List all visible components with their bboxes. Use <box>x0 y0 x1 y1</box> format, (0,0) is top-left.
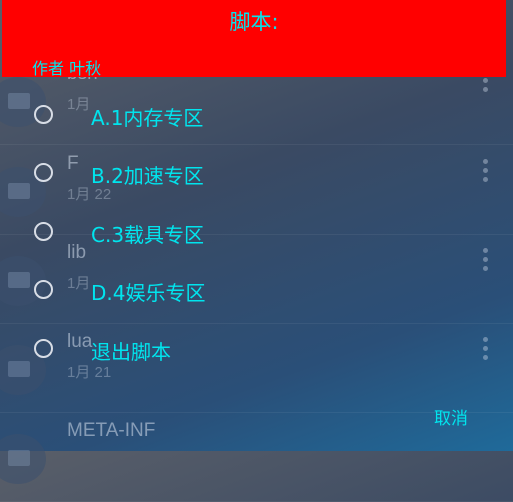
radio-icon[interactable] <box>34 105 53 124</box>
script-dialog: 脚本: 作者 叶秋 A.1内存专区 B.2加速专区 C.3载具专区 D.4娱乐专… <box>0 0 513 451</box>
radio-icon[interactable] <box>34 280 53 299</box>
option-exit-script[interactable]: 退出脚本 <box>0 322 513 378</box>
dialog-header: 脚本: 作者 叶秋 <box>2 0 506 78</box>
option-label: B.2加速专区 <box>91 164 204 188</box>
option-label: C.3载具专区 <box>91 223 205 247</box>
option-vehicle[interactable]: C.3载具专区 <box>0 205 513 261</box>
option-speed[interactable]: B.2加速专区 <box>0 146 513 202</box>
radio-icon[interactable] <box>34 339 53 358</box>
radio-icon[interactable] <box>34 163 53 182</box>
option-label: A.1内存专区 <box>91 106 204 130</box>
cancel-button[interactable]: 取消 <box>434 404 468 429</box>
option-label: 退出脚本 <box>91 340 171 364</box>
option-memory[interactable]: A.1内存专区 <box>0 88 513 144</box>
radio-icon[interactable] <box>34 222 53 241</box>
option-entertainment[interactable]: D.4娱乐专区 <box>0 263 513 319</box>
dialog-title: 脚本: <box>229 10 279 34</box>
author-label: 作者 叶秋 <box>32 59 102 78</box>
option-label: D.4娱乐专区 <box>91 281 206 305</box>
